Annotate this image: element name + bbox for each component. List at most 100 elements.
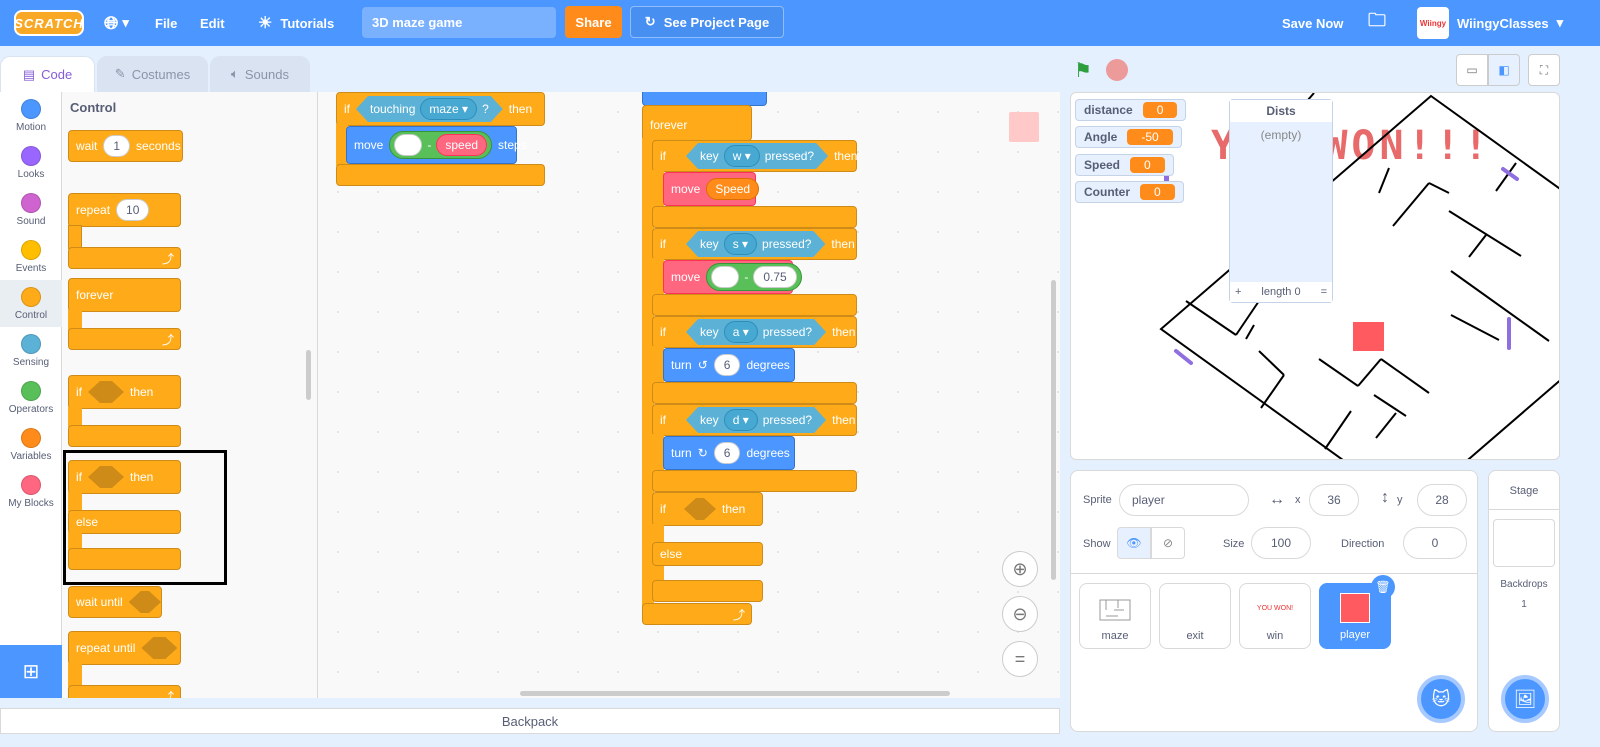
touching-dropdown[interactable]: maze ▾ — [420, 98, 477, 120]
repeat-input[interactable]: 10 — [116, 199, 150, 221]
monitor-counter[interactable]: Counter 0 — [1075, 181, 1184, 203]
tab-costumes[interactable]: ✎ Costumes — [97, 56, 208, 92]
key-dropdown[interactable]: s ▾ — [724, 233, 757, 255]
large-stage-button[interactable]: ◧ — [1488, 54, 1520, 86]
sprite-tile-win[interactable]: YOU WON! win — [1239, 583, 1311, 649]
horizontal-scrollbar[interactable] — [520, 691, 950, 696]
degrees-input[interactable]: 6 — [713, 442, 741, 464]
number-input[interactable]: 0.75 — [753, 266, 797, 288]
category-operators[interactable]: Operators — [0, 374, 62, 421]
category-control[interactable]: Control — [0, 280, 62, 327]
see-project-page-button[interactable]: ↻ See Project Page — [630, 6, 784, 38]
x-input[interactable]: 36 — [1309, 484, 1359, 516]
key-dropdown[interactable]: w ▾ — [724, 145, 760, 167]
project-title-input[interactable]: 3D maze game — [362, 7, 556, 38]
condition-slot[interactable] — [141, 637, 177, 659]
wait-input[interactable]: 1 — [103, 135, 131, 157]
save-now-button[interactable]: Save Now — [1282, 0, 1343, 46]
if-then-block[interactable]: if then — [68, 375, 181, 449]
category-sound[interactable]: Sound — [0, 186, 62, 233]
green-flag-button[interactable]: ⚑ — [1074, 58, 1092, 83]
forever-block[interactable]: forever ⤴ — [68, 278, 181, 354]
forever-block[interactable]: forever — [642, 105, 752, 141]
zoom-reset-button[interactable]: = — [1002, 641, 1038, 677]
if-then-else-block[interactable]: if then — [652, 492, 763, 526]
palette-scrollbar[interactable] — [306, 350, 311, 400]
repeat-block[interactable]: repeat 10 ⤴ — [68, 193, 181, 273]
move-steps-block[interactable]: move - speed steps — [346, 126, 527, 164]
edit-menu[interactable]: Edit — [200, 0, 225, 46]
scratch-logo[interactable]: SCRATCH — [14, 10, 84, 36]
speed-variable-reporter[interactable]: Speed — [706, 178, 760, 200]
key-pressed-block[interactable]: key d ▾ pressed? — [686, 407, 826, 433]
category-events[interactable]: Events — [0, 233, 62, 280]
key-dropdown[interactable]: d ▾ — [724, 409, 758, 431]
subtract-operator[interactable]: -0.75 — [706, 263, 802, 291]
sprite-tile-exit[interactable]: exit — [1159, 583, 1231, 649]
hide-sprite-button[interactable]: ⊘ — [1151, 527, 1185, 559]
fullscreen-button[interactable]: ⛶ — [1528, 54, 1560, 86]
key-pressed-block[interactable]: key s ▾ pressed? — [686, 231, 825, 257]
script-area[interactable]: if touching maze ▾? then move - speed steps fo… — [318, 92, 1060, 698]
if-key-d-block[interactable]: if key d ▾ pressed? then — [652, 404, 857, 436]
list-monitor-dists[interactable]: Dists (empty) + length 0 = — [1229, 99, 1333, 303]
touching-block[interactable]: touching maze ▾? — [356, 96, 503, 122]
wait-until-block[interactable]: wait until — [68, 586, 162, 618]
empty-input[interactable] — [394, 134, 423, 156]
choose-backdrop-button[interactable]: 🖼︎ — [1501, 675, 1549, 723]
language-menu[interactable]: 🌐︎ ▾ — [104, 0, 129, 46]
turn-left-block[interactable]: turn ↺ 6 degrees — [663, 348, 795, 382]
monitor-distance[interactable]: distance 0 — [1075, 99, 1187, 121]
zoom-out-button[interactable]: ⊖ — [1002, 596, 1038, 632]
folder-icon[interactable]: 🗀 — [1368, 0, 1386, 46]
category-motion[interactable]: Motion — [0, 92, 62, 139]
key-dropdown[interactable]: a ▾ — [724, 321, 758, 343]
choose-sprite-button[interactable]: 🐱︎ — [1417, 675, 1465, 723]
delete-sprite-button[interactable]: 🗑︎ — [1371, 575, 1395, 599]
degrees-input[interactable]: 6 — [713, 354, 741, 376]
key-pressed-block[interactable]: key a ▾ pressed? — [686, 319, 826, 345]
point-in-direction-block[interactable] — [642, 92, 767, 106]
zoom-in-button[interactable]: ⊕ — [1002, 551, 1038, 587]
small-stage-button[interactable]: ▭ — [1456, 54, 1488, 86]
subtract-operator[interactable]: - speed — [389, 131, 493, 159]
sprite-tile-maze[interactable]: maze — [1079, 583, 1151, 649]
if-touching-script[interactable]: if touching maze ▾? then move - speed steps — [336, 92, 546, 188]
turn-right-block[interactable]: turn ↻ 6 degrees — [663, 436, 795, 470]
vertical-scrollbar[interactable] — [1051, 280, 1056, 580]
key-pressed-block[interactable]: key w ▾ pressed? — [686, 143, 828, 169]
if-key-a-block[interactable]: if key a ▾ pressed? then — [652, 316, 857, 348]
show-sprite-button[interactable]: 👁︎ — [1117, 527, 1151, 559]
avatar[interactable]: Wiingy — [1417, 7, 1449, 39]
list-resize-handle[interactable]: = — [1321, 286, 1327, 298]
stage-selector[interactable]: Stage Backdrops 1 🖼︎ — [1488, 470, 1560, 732]
move-custom-block[interactable]: move Speed — [663, 172, 760, 206]
category-my-blocks[interactable]: My Blocks — [0, 468, 62, 515]
tutorials-button[interactable]: ☀ Tutorials — [258, 0, 334, 46]
direction-input[interactable]: 0 — [1403, 527, 1467, 559]
file-menu[interactable]: File — [155, 0, 177, 46]
category-variables[interactable]: Variables — [0, 421, 62, 468]
list-add-button[interactable]: + — [1235, 286, 1241, 298]
move-custom-block[interactable]: move -0.75 — [663, 260, 802, 294]
wait-seconds-block[interactable]: wait 1 seconds — [68, 130, 183, 162]
condition-slot[interactable] — [129, 591, 161, 613]
if-key-s-block[interactable]: if key s ▾ pressed? then — [652, 228, 857, 260]
add-extension-button[interactable]: ⊞ — [0, 645, 62, 698]
tab-code[interactable]: ▤ Code — [0, 56, 95, 92]
backdrop-thumbnail[interactable] — [1493, 519, 1555, 567]
speed-reporter[interactable]: speed — [436, 134, 488, 156]
tab-sounds[interactable]: 🔈︎ Sounds — [210, 56, 310, 92]
empty-input[interactable] — [711, 266, 740, 288]
user-menu[interactable]: WiingyClasses ▾ — [1457, 0, 1563, 46]
monitor-speed[interactable]: Speed 0 — [1075, 154, 1174, 176]
condition-slot[interactable] — [684, 498, 716, 520]
condition-slot[interactable] — [88, 381, 124, 403]
backpack[interactable]: Backpack — [0, 708, 1060, 734]
repeat-until-block[interactable]: repeat until ⤴ — [68, 631, 181, 698]
category-looks[interactable]: Looks — [0, 139, 62, 186]
category-sensing[interactable]: Sensing — [0, 327, 62, 374]
if-key-w-block[interactable]: if key w ▾ pressed? then — [652, 140, 857, 172]
sprite-name-input[interactable]: player — [1119, 484, 1249, 516]
share-button[interactable]: Share — [565, 6, 622, 38]
